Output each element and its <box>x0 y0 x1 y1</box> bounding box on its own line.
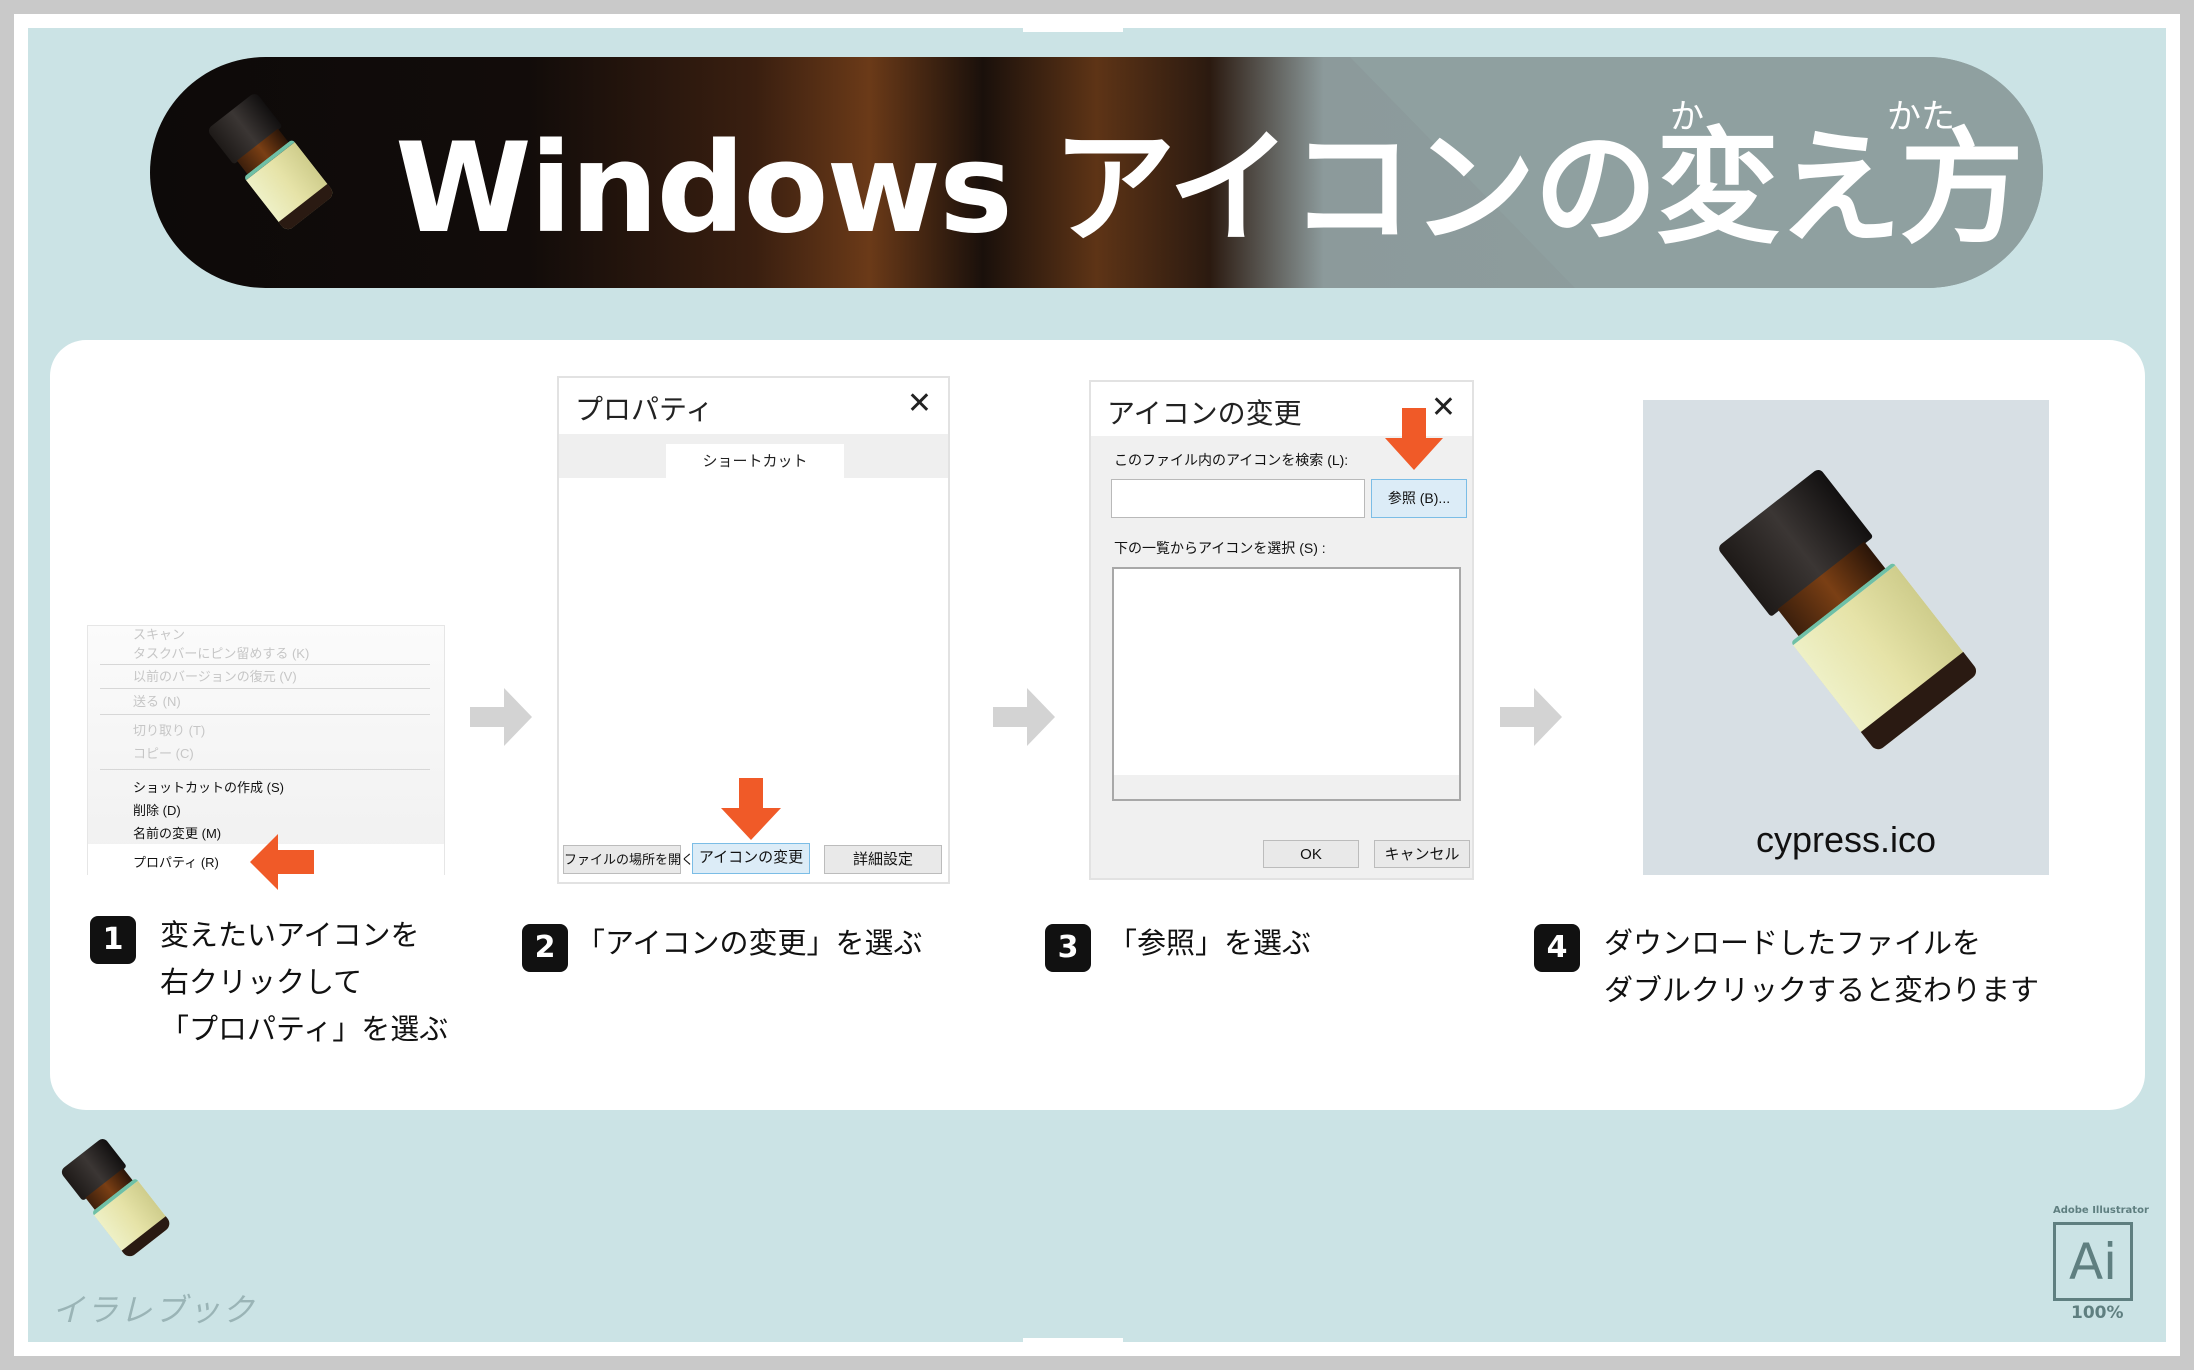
icon-list[interactable] <box>1112 567 1461 801</box>
open-file-location-button[interactable]: ファイルの場所を開く <box>563 845 694 874</box>
icon-preview: cypress.ico <box>1643 400 2049 875</box>
step-1-line: 変えたいアイコンを <box>160 918 420 952</box>
orange-arrow-down-icon <box>721 778 781 840</box>
menu-item-cut[interactable]: 切り取り (T) <box>133 720 205 739</box>
advanced-settings-button[interactable]: 詳細設定 <box>824 845 942 874</box>
change-icon-dialog-title: アイコンの変更 <box>1107 398 1302 429</box>
ruby-kata: かた <box>1887 97 1955 137</box>
menu-divider <box>100 664 430 665</box>
close-icon[interactable]: ✕ <box>907 386 932 421</box>
bottle-icon <box>206 91 336 233</box>
step-4-text: ダウンロードしたファイルを ダブルクリックすると変わります <box>1604 920 2039 1014</box>
change-icon-button[interactable]: アイコンの変更 <box>692 843 810 874</box>
step-3-line: 「参照」を選ぶ <box>1108 926 1312 960</box>
resize-handle-bottom[interactable] <box>1023 1338 1123 1344</box>
step-badge-4: 4 <box>1534 924 1580 972</box>
menu-divider <box>100 769 430 770</box>
step-2-line: 「アイコンの変更」を選ぶ <box>576 926 923 960</box>
menu-item-pin-taskbar[interactable]: タスクバーにピン留めする (K) <box>133 643 309 662</box>
resize-handle-top[interactable] <box>1023 26 1123 32</box>
illustrator-icon: Ai <box>2053 1222 2133 1301</box>
browse-button[interactable]: 参照 (B)... <box>1371 479 1467 518</box>
icon-file-path-input[interactable] <box>1111 479 1365 518</box>
menu-item-send-to[interactable]: 送る (N) <box>133 691 181 710</box>
ok-button[interactable]: OK <box>1263 840 1359 868</box>
step-4-line: ダブルクリックすると変わります <box>1604 973 2040 1007</box>
step-1-line: 右クリックして <box>160 965 363 999</box>
properties-dialog-title: プロパティ <box>575 394 714 425</box>
step-2-text: 「アイコンの変更」を選ぶ <box>576 920 923 967</box>
step-arrow-3-icon <box>1500 688 1562 746</box>
step-4-line: ダウンロードしたファイルを <box>1604 926 1982 960</box>
menu-item-rename[interactable]: 名前の変更 (M) <box>133 823 221 842</box>
menu-item-properties[interactable]: プロパティ (R) <box>133 852 219 871</box>
menu-divider <box>100 714 430 715</box>
step-badge-2: 2 <box>522 924 568 972</box>
icon-filename: cypress.ico <box>1755 819 1937 860</box>
menu-item-copy[interactable]: コピー (C) <box>133 743 194 762</box>
step-badge-3: 3 <box>1045 924 1091 972</box>
menu-item-create-shortcut[interactable]: ショットカットの作成 (S) <box>133 777 284 796</box>
ai-caption: Adobe Illustrator <box>2053 1205 2149 1216</box>
brand-name: イラレブック <box>52 1291 257 1329</box>
icon-list-label: 下の一覧からアイコンを選択 (S) : <box>1114 540 1326 556</box>
step-arrow-2-icon <box>993 688 1055 746</box>
page-title: Windows アイコンの変え方 <box>395 117 2024 261</box>
menu-item-scan[interactable]: スキャン <box>133 624 185 643</box>
cancel-button[interactable]: キャンセル <box>1374 840 1470 868</box>
step-1-line: 「プロパティ」を選ぶ <box>160 1012 449 1046</box>
orange-arrow-down-icon <box>1385 408 1443 470</box>
step-arrow-1-icon <box>470 688 532 746</box>
menu-divider <box>100 688 430 689</box>
zoom-level: 100% <box>2071 1303 2124 1323</box>
menu-item-restore-version[interactable]: 以前のバージョンの復元 (V) <box>133 666 297 685</box>
orange-arrow-left-icon <box>250 834 314 890</box>
tab-strip: ショートカット <box>559 434 948 478</box>
step-1-text: 変えたいアイコンを 右クリックして 「プロパティ」を選ぶ <box>160 912 448 1053</box>
menu-item-delete[interactable]: 削除 (D) <box>133 800 181 819</box>
step-badge-1: 1 <box>90 916 136 964</box>
search-file-label: このファイル内のアイコンを検索 (L): <box>1114 452 1349 468</box>
ruby-ka: か <box>1670 97 1704 137</box>
tab-shortcut[interactable]: ショートカット <box>666 444 844 478</box>
title-banner: Windows アイコンの変え方 か かた <box>150 57 2043 288</box>
step-3-text: 「参照」を選ぶ <box>1108 920 1311 967</box>
cypress-bottle-icon <box>1716 467 1980 753</box>
